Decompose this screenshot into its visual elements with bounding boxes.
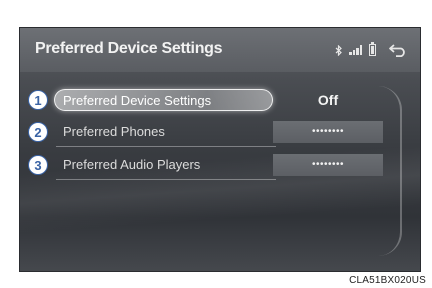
preferred-device-settings-value[interactable]: Off [273, 89, 383, 111]
row-divider [56, 146, 276, 147]
signal-icon [349, 45, 363, 55]
callout-number-2: 2 [28, 122, 48, 142]
page-title: Preferred Device Settings [35, 40, 223, 57]
preferred-phones-item[interactable]: Preferred Phones [54, 121, 165, 143]
preferred-device-settings-item[interactable]: Preferred Device Settings [54, 89, 273, 111]
battery-icon [369, 42, 376, 56]
preferred-audio-players-value[interactable]: •••••••• [273, 154, 383, 176]
preferred-audio-players-item[interactable]: Preferred Audio Players [54, 154, 200, 176]
figure-code: CLA51BX020US [349, 275, 426, 286]
callout-number-1: 1 [28, 90, 48, 110]
preferred-phones-value[interactable]: •••••••• [273, 121, 383, 143]
callout-number-3: 3 [28, 155, 48, 175]
display-screen: Preferred Device Settings 1 Preferred De… [19, 27, 421, 272]
screen-header: Preferred Device Settings [20, 28, 420, 72]
row-divider [56, 179, 276, 180]
bluetooth-icon [335, 44, 343, 56]
status-bar [335, 41, 408, 59]
back-icon[interactable] [388, 43, 408, 57]
